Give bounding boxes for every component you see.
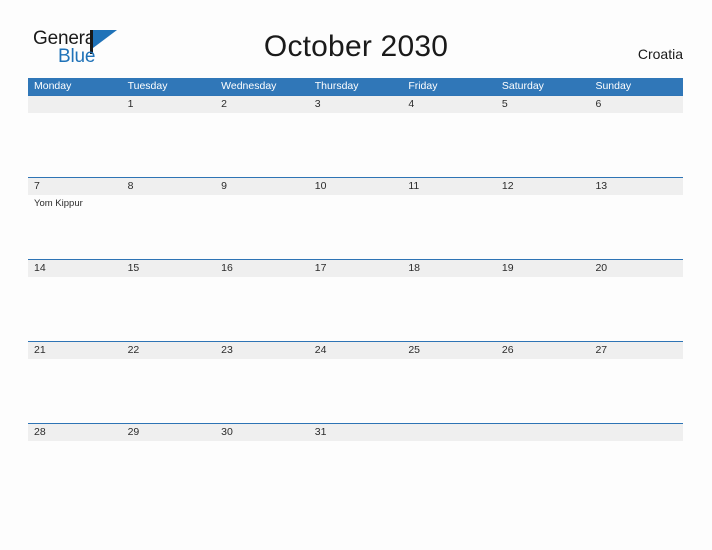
day-number[interactable]: 17 [309, 260, 403, 277]
day-events[interactable] [589, 195, 683, 259]
day-number[interactable]: 10 [309, 178, 403, 195]
week-date-band: 1 2 3 4 5 6 [28, 95, 683, 113]
day-number[interactable]: 30 [215, 424, 309, 441]
day-events[interactable] [309, 441, 403, 505]
day-number[interactable]: 5 [496, 96, 590, 113]
day-number[interactable]: 26 [496, 342, 590, 359]
weekday-header-wednesday: Wednesday [221, 80, 277, 92]
week-event-band [28, 359, 683, 423]
calendar-week-row: 28 29 30 31 [28, 423, 683, 505]
day-number[interactable]: 7 [28, 178, 122, 195]
day-events[interactable] [496, 113, 590, 177]
day-number[interactable]: 20 [589, 260, 683, 277]
day-events[interactable] [496, 195, 590, 259]
day-events[interactable] [122, 441, 216, 505]
week-date-band: 21 22 23 24 25 26 27 [28, 341, 683, 359]
weekday-header-row: Monday Tuesday Wednesday Thursday Friday… [28, 78, 683, 95]
day-number[interactable]: 9 [215, 178, 309, 195]
day-number[interactable]: 8 [122, 178, 216, 195]
day-events[interactable] [28, 441, 122, 505]
calendar-week-row: 7 8 9 10 11 12 13 Yom Kippur [28, 177, 683, 259]
week-event-band [28, 277, 683, 341]
day-events[interactable] [309, 359, 403, 423]
day-events[interactable] [215, 441, 309, 505]
day-events[interactable] [215, 113, 309, 177]
day-number[interactable]: 27 [589, 342, 683, 359]
day-events[interactable] [402, 113, 496, 177]
day-number[interactable]: 24 [309, 342, 403, 359]
day-number[interactable]: 19 [496, 260, 590, 277]
day-number[interactable]: 22 [122, 342, 216, 359]
week-date-band: 7 8 9 10 11 12 13 [28, 177, 683, 195]
day-number[interactable]: 6 [589, 96, 683, 113]
weekday-header-saturday: Saturday [501, 80, 544, 92]
day-events[interactable] [496, 441, 590, 505]
weekday-header-monday: Monday [34, 80, 72, 92]
day-events[interactable] [215, 277, 309, 341]
day-number[interactable] [402, 424, 496, 441]
day-events[interactable] [122, 359, 216, 423]
day-events[interactable] [309, 195, 403, 259]
day-number[interactable] [496, 424, 590, 441]
day-events[interactable] [122, 277, 216, 341]
calendar-week-row: 21 22 23 24 25 26 27 [28, 341, 683, 423]
day-number[interactable]: 3 [309, 96, 403, 113]
day-number[interactable]: 14 [28, 260, 122, 277]
day-events[interactable] [589, 277, 683, 341]
day-events[interactable] [589, 113, 683, 177]
day-events[interactable] [496, 277, 590, 341]
weekday-header-thursday: Thursday [314, 80, 359, 92]
day-number[interactable]: 28 [28, 424, 122, 441]
day-events[interactable] [589, 441, 683, 505]
day-number[interactable]: 15 [122, 260, 216, 277]
week-date-band: 14 15 16 17 18 19 20 [28, 259, 683, 277]
calendar-grid: Monday Tuesday Wednesday Thursday Friday… [28, 78, 683, 505]
day-events[interactable] [122, 195, 216, 259]
week-date-band: 28 29 30 31 [28, 423, 683, 441]
day-number[interactable]: 2 [215, 96, 309, 113]
day-events[interactable] [28, 359, 122, 423]
day-number[interactable]: 16 [215, 260, 309, 277]
day-events[interactable] [215, 359, 309, 423]
day-number[interactable]: 1 [122, 96, 216, 113]
weekday-header-sunday: Sunday [595, 80, 632, 92]
day-events[interactable] [215, 195, 309, 259]
page-header: General Blue October 2030 Croatia [0, 0, 712, 67]
region-label: Croatia [637, 46, 683, 62]
day-number[interactable]: 31 [309, 424, 403, 441]
week-event-band: Yom Kippur [28, 195, 683, 259]
day-events[interactable] [402, 441, 496, 505]
day-number[interactable]: 18 [402, 260, 496, 277]
day-number[interactable]: 25 [402, 342, 496, 359]
day-events[interactable] [28, 113, 122, 177]
day-number[interactable] [589, 424, 683, 441]
page-title: October 2030 [263, 30, 449, 63]
day-events[interactable] [122, 113, 216, 177]
day-number[interactable]: 21 [28, 342, 122, 359]
day-events[interactable] [402, 277, 496, 341]
weekday-header-friday: Friday [408, 80, 438, 92]
day-events[interactable] [309, 277, 403, 341]
day-number[interactable]: 11 [402, 178, 496, 195]
day-events[interactable] [496, 359, 590, 423]
week-event-band [28, 113, 683, 177]
day-number[interactable]: 12 [496, 178, 590, 195]
weekday-header-tuesday: Tuesday [127, 80, 168, 92]
day-number[interactable]: 23 [215, 342, 309, 359]
calendar-week-row: 1 2 3 4 5 6 [28, 95, 683, 177]
calendar-week-row: 14 15 16 17 18 19 20 [28, 259, 683, 341]
day-events[interactable] [309, 113, 403, 177]
day-events[interactable] [28, 277, 122, 341]
day-events[interactable] [402, 359, 496, 423]
calendar-event[interactable]: Yom Kippur [34, 198, 117, 210]
day-number[interactable]: 29 [122, 424, 216, 441]
day-number[interactable] [28, 96, 122, 113]
day-number[interactable]: 13 [589, 178, 683, 195]
day-events[interactable] [589, 359, 683, 423]
week-event-band [28, 441, 683, 505]
calendar-page: General Blue October 2030 Croatia Monday… [0, 0, 712, 550]
day-events[interactable] [402, 195, 496, 259]
day-number[interactable]: 4 [402, 96, 496, 113]
day-events[interactable]: Yom Kippur [28, 195, 122, 259]
